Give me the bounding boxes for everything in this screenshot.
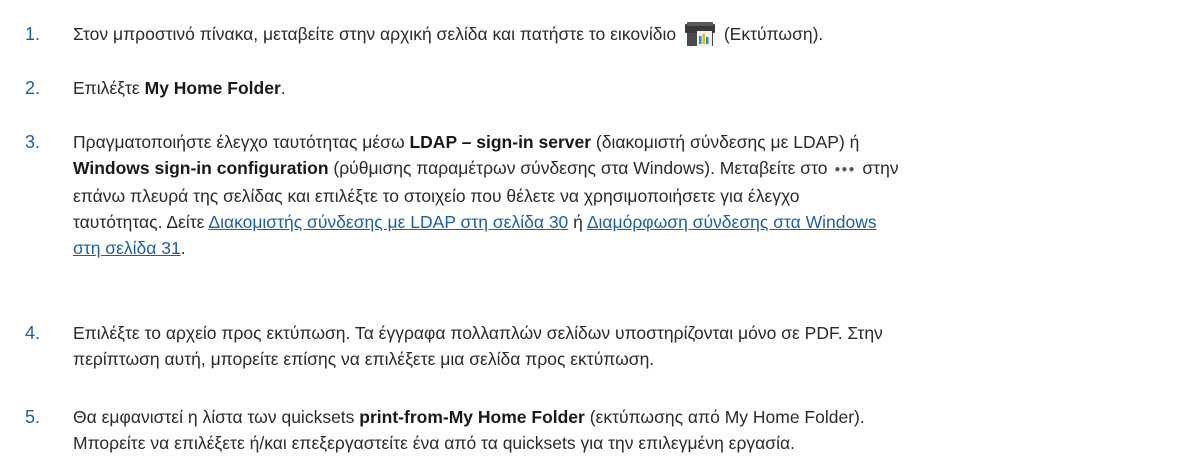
step-3-line-3: επάνω πλευρά της σελίδας και επιλέξτε το… <box>73 186 800 206</box>
step-1-text-after: (Εκτύπωση). <box>723 24 824 44</box>
step-3-line-1: Πραγματοποιήστε έλεγχο ταυτότητας μέσω L… <box>73 129 1173 155</box>
step-4-line-1: Επιλέξτε το αρχείο προς εκτύπωση. Τα έγγ… <box>73 323 883 343</box>
step-2-prefix: Επιλέξτε <box>73 78 140 98</box>
text-run: στην <box>862 158 899 178</box>
text-run: . <box>180 238 186 258</box>
text-run: ή <box>573 212 583 232</box>
text-run: Πραγματοποιήστε έλεγχο ταυτότητας μέσω <box>73 132 405 152</box>
step-2-suffix: . <box>280 78 286 98</box>
step-text: Επιλέξτε το αρχείο προς εκτύπωση. Τα έγγ… <box>73 320 1173 372</box>
step-text: Πραγματοποιήστε έλεγχο ταυτότητας μέσω L… <box>73 129 1173 261</box>
step-4-line-2: περίπτωση αυτή, μπορείτε επίσης να επιλέ… <box>73 349 655 369</box>
ui-term-ldap-sign-in-server: LDAP – sign-in server <box>409 132 592 152</box>
step-3-line-5: στη σελίδα 31. <box>73 235 1173 261</box>
step-5-line-2: Μπορείτε να επιλέξετε ή/και επεξεργαστεί… <box>73 433 795 453</box>
step-text: Επιλέξτε My Home Folder. <box>73 75 1173 101</box>
text-run: (ρύθμισης παραμέτρων σύνδεσης στα Window… <box>333 158 828 178</box>
ui-term-windows-sign-in-configuration: Windows sign-in configuration <box>73 158 329 178</box>
step-3-line-4: ταυτότητας. Δείτε Διακομιστής σύνδεσης μ… <box>73 209 1173 235</box>
step-text: Στον μπροστινό πίνακα, μεταβείτε στην αρ… <box>73 21 1173 47</box>
step-text: Θα εμφανιστεί η λίστα των quicksets prin… <box>73 404 1173 456</box>
step-number: 1. <box>25 24 41 44</box>
step-1-text-before: Στον μπροστινό πίνακα, μεταβείτε στην αρ… <box>73 24 677 44</box>
link-windows-sign-in-configuration[interactable]: Διαμόρφωση σύνδεσης στα Windows <box>587 212 877 232</box>
step-number: 2. <box>25 78 41 98</box>
text-run: ταυτότητας. Δείτε <box>73 212 205 232</box>
instruction-steps: 1. Στον μπροστινό πίνακα, μεταβείτε στην… <box>0 0 1199 466</box>
text-run: (διακομιστή σύνδεσης με LDAP) ή <box>595 132 860 152</box>
step-5-line-1: Θα εμφανιστεί η λίστα των quicksets prin… <box>73 404 1173 430</box>
more-dots-icon: ●●● <box>834 164 856 175</box>
link-windows-sign-in-page[interactable]: στη σελίδα 31 <box>73 238 181 258</box>
ui-term-print-from-my-home-folder: print-from-My Home Folder <box>359 407 585 427</box>
step-number: 3. <box>25 132 41 152</box>
step-3-line-2: Windows sign-in configuration (ρύθμισης … <box>73 155 1173 183</box>
ui-term-my-home-folder: My Home Folder <box>144 78 281 98</box>
text-run: (εκτύπωσης από My Home Folder). <box>589 407 865 427</box>
step-number: 4. <box>25 323 41 343</box>
text-run: Θα εμφανιστεί η λίστα των quicksets <box>73 407 355 427</box>
printer-icon <box>683 21 717 47</box>
link-ldap-sign-in-server[interactable]: Διακομιστής σύνδεσης με LDAP στη σελίδα … <box>208 212 568 232</box>
step-number: 5. <box>25 407 41 427</box>
